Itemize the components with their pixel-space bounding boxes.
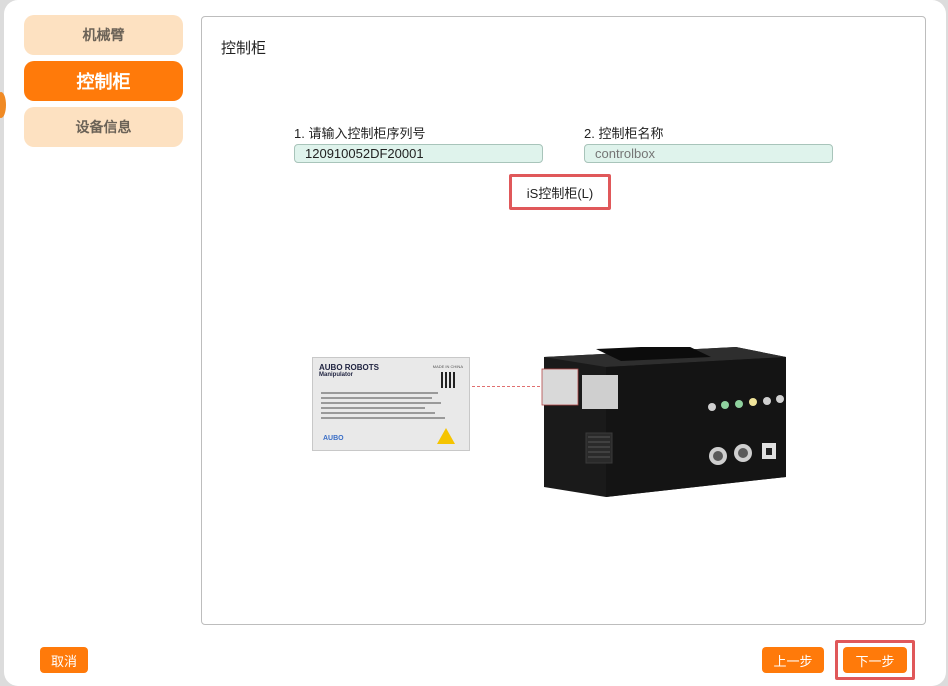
model-label: iS控制柜(L): [526, 185, 594, 201]
qr-code-icon: [441, 372, 457, 388]
sidebar-item-label: 控制柜: [76, 72, 131, 92]
sidebar-item-label: 机械臂: [82, 27, 125, 43]
background-accent: [0, 92, 6, 118]
serial-number-input[interactable]: [294, 144, 543, 163]
nameplate-brand: AUBO ROBOTS: [319, 363, 379, 372]
nameplate-spec-lines: [321, 392, 451, 422]
sidebar-item-label: 设备信息: [75, 119, 132, 135]
aubo-logo: AUBO: [323, 435, 344, 442]
nameplate-image: AUBO ROBOTS Manipulator MADE IN CHINA AU…: [312, 357, 470, 451]
previous-step-label: 上一步: [773, 653, 813, 669]
next-step-highlight: 下一步: [835, 640, 915, 680]
name-field-label: 2. 控制柜名称: [584, 126, 664, 141]
cabinet-name-input[interactable]: [584, 144, 833, 163]
serial-field-label: 1. 请输入控制柜序列号: [294, 126, 426, 141]
cancel-button[interactable]: 取消: [40, 647, 88, 673]
next-step-button[interactable]: 下一步: [843, 647, 907, 673]
control-cabinet-image: [541, 347, 786, 497]
nameplate-product: Manipulator: [319, 372, 353, 378]
sidebar-item-arm[interactable]: 机械臂: [24, 15, 183, 55]
sidebar-item-control-cabinet[interactable]: 控制柜: [24, 61, 183, 101]
nameplate-origin: MADE IN CHINA: [432, 364, 463, 369]
next-step-label: 下一步: [855, 653, 895, 669]
cancel-button-label: 取消: [50, 653, 77, 669]
sidebar-item-device-info[interactable]: 设备信息: [24, 107, 183, 147]
model-label-highlight: iS控制柜(L): [509, 174, 611, 210]
control-cabinet-panel: 控制柜 1. 请输入控制柜序列号 2. 控制柜名称 iS控制柜(L) AUBO …: [201, 16, 926, 625]
previous-step-button[interactable]: 上一步: [762, 647, 824, 673]
callout-line: [472, 386, 540, 387]
warning-icon: [437, 428, 455, 444]
panel-title: 控制柜: [221, 40, 267, 57]
